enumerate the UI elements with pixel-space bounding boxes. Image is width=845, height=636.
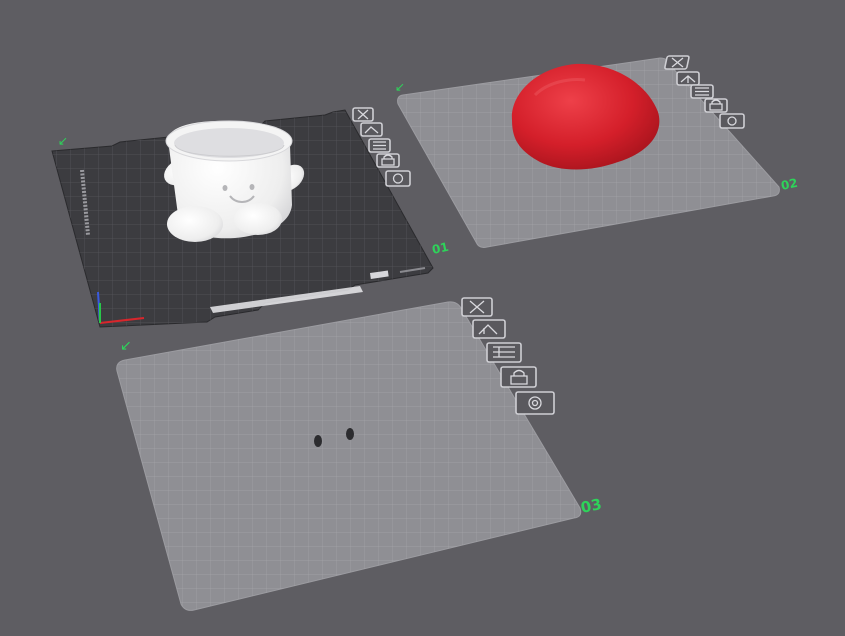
plate-2[interactable]: ↙ 02 <box>395 57 799 248</box>
plate-3-close-button[interactable] <box>461 297 493 317</box>
plate-2-label: 02 <box>780 176 799 193</box>
plate-2-close-button[interactable] <box>664 55 690 70</box>
plate-3-settings-button[interactable] <box>515 391 555 415</box>
plate-1-close-button[interactable] <box>352 107 374 122</box>
plate-3[interactable]: ↙ 03 <box>116 301 604 611</box>
plate-3-orient-button[interactable] <box>472 319 506 339</box>
plate-1-arrow: ↙ <box>58 134 68 148</box>
plate-3-label: 03 <box>579 495 603 517</box>
plate-2-orient-button[interactable] <box>676 71 700 86</box>
plate-2-arrow: ↙ <box>395 80 405 94</box>
plate-3-arrange-button[interactable] <box>486 342 522 363</box>
plate-3-lock-button[interactable] <box>500 366 537 388</box>
plate-1-settings-button[interactable] <box>385 170 411 187</box>
plate-1-orient-button[interactable] <box>360 122 383 137</box>
plate-1-label: 01 <box>431 240 450 257</box>
plate-1-lock-button[interactable] <box>376 153 400 168</box>
plate-3-arrow: ↙ <box>120 338 132 354</box>
plate-2-arrange-button[interactable] <box>690 84 714 99</box>
plate-2-lock-button[interactable] <box>704 98 728 113</box>
3d-viewport[interactable]: ↙ 02 ↙ 01 ↙ 03 <box>0 0 845 636</box>
plate-2-settings-button[interactable] <box>719 113 745 129</box>
plate-1-arrange-button[interactable] <box>368 138 391 153</box>
